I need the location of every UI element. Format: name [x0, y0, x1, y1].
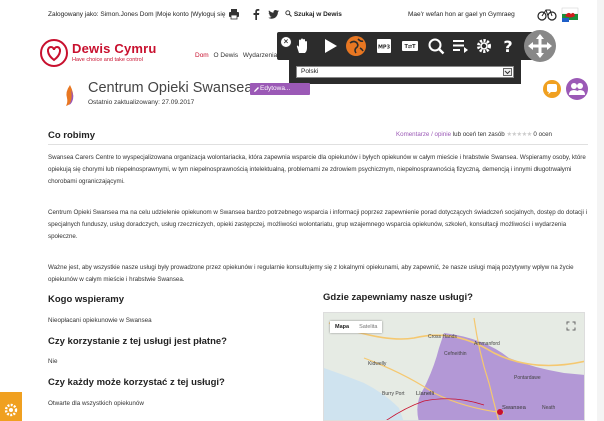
- comment-bubble-icon[interactable]: [543, 80, 561, 98]
- map-place-label: Neath: [542, 405, 556, 411]
- rating-stars[interactable]: ★★★★★: [506, 131, 532, 138]
- pencil-icon: [254, 86, 259, 92]
- nav-home[interactable]: Dom: [195, 52, 209, 59]
- where-title: Gdzie zapewniamy nasze usługi?: [323, 292, 473, 303]
- language-selected: Polski: [301, 68, 319, 75]
- brand-tagline: Have choice and take control: [72, 57, 143, 63]
- hand-icon[interactable]: [293, 37, 311, 55]
- map-place-label: Cross Hands: [428, 334, 457, 340]
- search-icon: [285, 10, 292, 17]
- map-place-label: Cefneithin: [444, 351, 467, 357]
- map-place-label: Ammanford: [474, 341, 500, 347]
- map-tab-satellite[interactable]: Satelita: [354, 321, 382, 333]
- main-nav: Dom O Dewis Wydarzenia: [195, 52, 280, 59]
- bicycle-badge-icon: [537, 6, 557, 22]
- settings-gear-tab-icon[interactable]: [0, 392, 22, 421]
- reading-list-icon[interactable]: [451, 37, 469, 55]
- svg-text:T⇄T: T⇄T: [404, 44, 416, 50]
- settings-icon[interactable]: [475, 37, 493, 55]
- toolbar-close-icon[interactable]: ×: [280, 36, 292, 48]
- map-place-label: Swansea: [502, 405, 526, 411]
- reading-toolbar: MP3 T⇄T ?: [277, 32, 533, 60]
- twitter-icon[interactable]: [268, 8, 280, 20]
- divider: [48, 144, 588, 145]
- service-title: Centrum Opieki Swansea: [88, 80, 253, 96]
- reviews-prefix: lub oceń ten zasób: [451, 131, 507, 138]
- help-icon[interactable]: ?: [499, 37, 517, 56]
- cost-title: Czy korzystanie z tej usługi jest płatne…: [48, 336, 227, 347]
- service-updated: Ostatnio zaktualizowany: 27.09.2017: [88, 99, 195, 106]
- edit-label: Edytowa...: [260, 85, 291, 92]
- mp3-icon[interactable]: MP3: [375, 37, 393, 55]
- access-title: Czy każdy może korzystać z tej usługi?: [48, 377, 225, 388]
- cost-value: Nie: [48, 358, 58, 365]
- service-area-map[interactable]: Mapa Satelita Cross Hands Ammanford Kidwe…: [323, 312, 585, 421]
- description-paragraph: Centrum Opieki Swansea ma na celu udziel…: [48, 209, 587, 240]
- access-value: Otwarte dla wszystkich opiekunów: [48, 400, 144, 407]
- site-search[interactable]: Szukaj w Dewis: [285, 10, 342, 18]
- users-group-icon[interactable]: [566, 78, 588, 100]
- move-toolbar-icon[interactable]: [524, 30, 556, 62]
- magnifier-icon[interactable]: [427, 37, 445, 55]
- map-place-label: Pontardawe: [514, 375, 541, 381]
- map-place-label: Kidwelly: [368, 361, 387, 367]
- reviews-link[interactable]: Komentarze / opinie: [396, 131, 451, 138]
- top-bar: Zalogowany jako: Simon.Jones Dom |Moje k…: [0, 0, 604, 28]
- description-paragraph: Ważne jest, aby wszystkie nasze usługi b…: [48, 264, 574, 283]
- who-title: Kogo wspieramy: [48, 294, 125, 305]
- translate-globe-icon[interactable]: [345, 35, 367, 57]
- facebook-icon[interactable]: [250, 8, 262, 20]
- login-status[interactable]: Zalogowany jako: Simon.Jones Dom |Moje k…: [48, 11, 225, 18]
- nav-about[interactable]: O Dewis: [214, 52, 239, 59]
- edit-button[interactable]: Edytowa...: [250, 83, 310, 95]
- search-label: Szukaj w Dewis: [293, 11, 342, 18]
- svg-text:?: ?: [503, 37, 512, 55]
- dewis-logo-icon[interactable]: [40, 39, 68, 67]
- text-to-speech-icon[interactable]: T⇄T: [401, 37, 419, 55]
- language-select[interactable]: Polski: [296, 66, 514, 78]
- wales-flag-icon[interactable]: [561, 5, 579, 23]
- map-type-tabs: Mapa Satelita: [330, 321, 383, 333]
- reviews-summary: Komentarze / opinie lub oceń ten zasób ★…: [396, 131, 552, 138]
- reviews-count: 0 ocen: [531, 131, 552, 138]
- map-place-label: Llanelli: [416, 391, 435, 397]
- welsh-language-link[interactable]: Mae'r wefan hon ar gael yn Gymraeg: [408, 11, 515, 18]
- service-flame-icon: [63, 84, 77, 108]
- brand-name: Dewis Cymru: [72, 41, 157, 56]
- map-tab-map[interactable]: Mapa: [330, 321, 354, 333]
- svg-text:MP3: MP3: [378, 45, 391, 51]
- play-icon[interactable]: [321, 37, 339, 55]
- brand[interactable]: Dewis Cymru Have choice and take control: [72, 41, 157, 63]
- fullscreen-icon[interactable]: [566, 321, 576, 331]
- map-place-label: Burry Port: [382, 391, 405, 397]
- print-icon[interactable]: [228, 8, 240, 20]
- description-paragraph: Swansea Carers Centre to wyspecjalizowan…: [48, 154, 586, 185]
- section-title-what-we-do: Co robimy: [48, 130, 95, 141]
- who-value: Nieopłacani opiekunowie w Swansea: [48, 317, 152, 324]
- chevron-down-icon: [503, 68, 512, 76]
- nav-events[interactable]: Wydarzenia: [243, 52, 277, 59]
- page-scrollbar[interactable]: [597, 0, 604, 421]
